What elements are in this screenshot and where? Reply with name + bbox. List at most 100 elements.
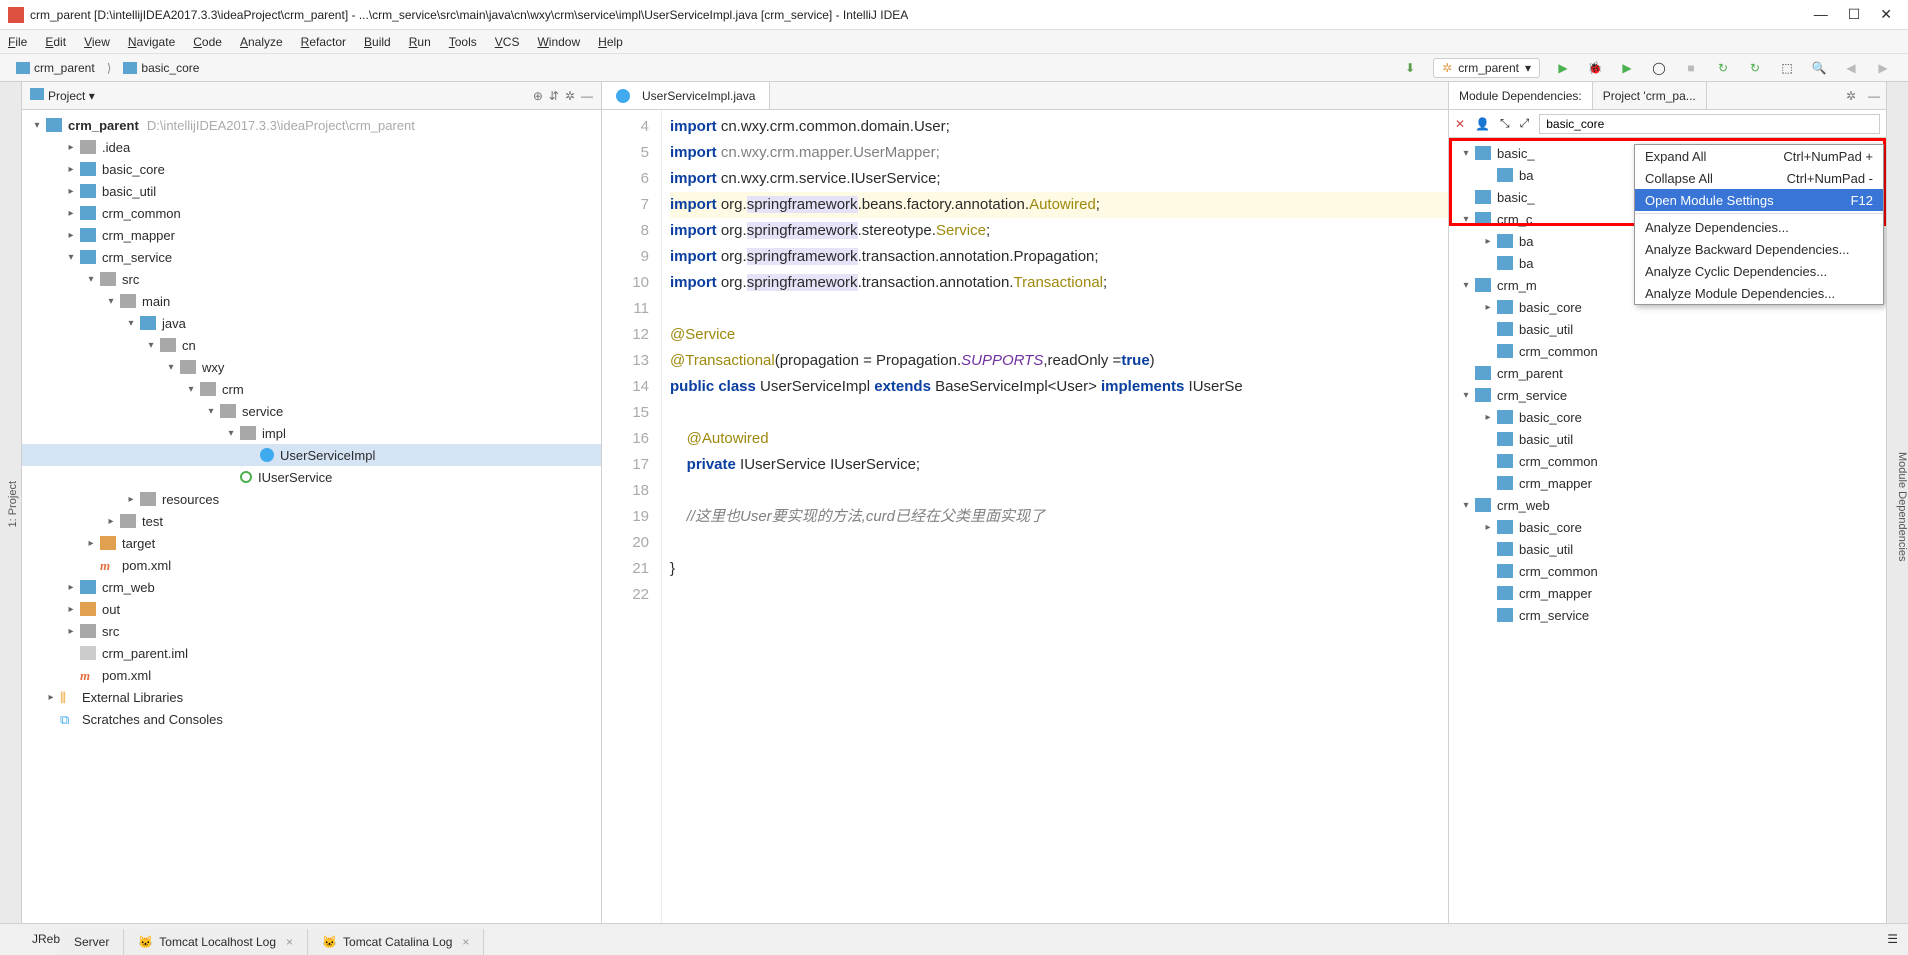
gear-icon[interactable]: ✲ (1840, 89, 1862, 103)
context-menu-item[interactable]: Analyze Cyclic Dependencies... (1635, 260, 1883, 282)
menu-code[interactable]: Code (193, 35, 222, 49)
dep-node[interactable]: crm_common (1449, 340, 1886, 362)
tree-node[interactable]: ▾src (22, 268, 601, 290)
module-dependencies-tab[interactable]: Module Dependencies: (1449, 82, 1593, 109)
context-menu-item[interactable]: Expand AllCtrl+NumPad + (1635, 145, 1883, 167)
tree-node[interactable]: ▸basic_util (22, 180, 601, 202)
settings-icon[interactable]: ⬚ (1778, 59, 1796, 77)
gear-icon[interactable]: ✲ (565, 89, 575, 103)
tree-node[interactable]: ▸basic_core (22, 158, 601, 180)
context-menu-item[interactable]: Open Module SettingsF12 (1635, 189, 1883, 211)
search-icon[interactable]: 🔍 (1810, 59, 1828, 77)
tree-node[interactable]: ▸target (22, 532, 601, 554)
tree-root[interactable]: ▾crm_parentD:\intellijIDEA2017.3.3\ideaP… (22, 114, 601, 136)
hide-icon[interactable]: — (1862, 89, 1886, 103)
profile-icon[interactable]: ◯ (1650, 59, 1668, 77)
dep-node[interactable]: crm_service (1449, 604, 1886, 626)
dep-node[interactable]: crm_common (1449, 560, 1886, 582)
tree-node[interactable]: ▾service (22, 400, 601, 422)
dep-node[interactable]: basic_util (1449, 538, 1886, 560)
minimize-icon[interactable]: — (1814, 6, 1828, 23)
maximize-icon[interactable]: ☐ (1848, 6, 1861, 23)
tomcat-localhost-log-tab[interactable]: 🐱Tomcat Localhost Log× (124, 929, 308, 955)
jrebel-run-icon[interactable]: ↻ (1714, 59, 1732, 77)
menu-analyze[interactable]: Analyze (240, 35, 283, 49)
expand-icon[interactable]: ⤡ (1500, 116, 1510, 131)
debug-icon[interactable]: 🐞 (1586, 59, 1604, 77)
context-menu-item[interactable]: Analyze Backward Dependencies... (1635, 238, 1883, 260)
menu-vcs[interactable]: VCS (495, 35, 520, 49)
project-tab[interactable]: Project 'crm_pa... (1593, 82, 1707, 109)
tree-node[interactable]: ▾crm_service (22, 246, 601, 268)
code-editor[interactable]: 4567891011121314©151617↻1819202122 impor… (602, 110, 1448, 923)
coverage-icon[interactable]: ▶ (1618, 59, 1636, 77)
tree-node[interactable]: mpom.xml (22, 554, 601, 576)
dep-node[interactable]: basic_util (1449, 318, 1886, 340)
left-tab-project[interactable]: 1: Project (5, 475, 21, 533)
run-icon[interactable]: ▶ (1554, 59, 1572, 77)
tree-node[interactable]: ▾main (22, 290, 601, 312)
dependency-tree[interactable]: Expand AllCtrl+NumPad +Collapse AllCtrl+… (1449, 138, 1886, 923)
stop-icon[interactable]: ■ (1682, 59, 1700, 77)
tree-node[interactable]: UserServiceImpl (22, 444, 601, 466)
close-icon[interactable]: ✕ (1880, 6, 1892, 23)
dep-node[interactable]: crm_parent (1449, 362, 1886, 384)
collapse-icon[interactable]: ⤢ (1520, 116, 1530, 131)
build-icon[interactable]: ⬇ (1401, 59, 1419, 77)
context-menu-item[interactable]: Analyze Module Dependencies... (1635, 282, 1883, 304)
forward-icon[interactable]: ▶ (1874, 59, 1892, 77)
menu-tools[interactable]: Tools (449, 35, 477, 49)
tree-node[interactable]: ▸crm_mapper (22, 224, 601, 246)
server-tab[interactable]: Server (60, 929, 124, 955)
menu-run[interactable]: Run (409, 35, 431, 49)
tree-node[interactable]: ▸.idea (22, 136, 601, 158)
project-tree[interactable]: ▾crm_parentD:\intellijIDEA2017.3.3\ideaP… (22, 110, 601, 923)
tree-node[interactable]: crm_parent.iml (22, 642, 601, 664)
menu-edit[interactable]: Edit (45, 35, 66, 49)
run-config-selector[interactable]: ✲ crm_parent ▾ (1433, 58, 1540, 78)
jrebel-debug-icon[interactable]: ↻ (1746, 59, 1764, 77)
breadcrumb-item[interactable]: basic_core (115, 59, 207, 77)
menu-help[interactable]: Help (598, 35, 623, 49)
tree-node[interactable]: ▸crm_common (22, 202, 601, 224)
event-log-icon[interactable]: ☰ (1877, 932, 1908, 946)
tree-node[interactable]: ▸⫼External Libraries (22, 686, 601, 708)
tree-node[interactable]: ▾crm (22, 378, 601, 400)
dep-node[interactable]: crm_mapper (1449, 582, 1886, 604)
filter-icon[interactable]: 👤 (1475, 117, 1490, 131)
context-menu-item[interactable]: Collapse AllCtrl+NumPad - (1635, 167, 1883, 189)
tree-node[interactable]: ▸resources (22, 488, 601, 510)
collapse-all-icon[interactable]: ⇵ (549, 89, 559, 103)
locate-icon[interactable]: ⊕ (533, 89, 543, 103)
dep-node[interactable]: ▾crm_web (1449, 494, 1886, 516)
right-tab-moduledependencies[interactable]: Module Dependencies (1896, 452, 1908, 561)
menu-file[interactable]: File (8, 35, 27, 49)
editor-tab[interactable]: UserServiceImpl.java (602, 82, 770, 109)
tree-node[interactable]: ▸crm_web (22, 576, 601, 598)
menu-navigate[interactable]: Navigate (128, 35, 175, 49)
dep-node[interactable]: basic_util (1449, 428, 1886, 450)
menu-view[interactable]: View (84, 35, 110, 49)
dep-node[interactable]: crm_mapper (1449, 472, 1886, 494)
tree-node[interactable]: ▸test (22, 510, 601, 532)
menu-refactor[interactable]: Refactor (301, 35, 346, 49)
dep-node[interactable]: ▸basic_core (1449, 516, 1886, 538)
tree-node[interactable]: ▸src (22, 620, 601, 642)
tree-node[interactable]: IUserService (22, 466, 601, 488)
dep-node[interactable]: ▾crm_service (1449, 384, 1886, 406)
menu-window[interactable]: Window (537, 35, 580, 49)
back-icon[interactable]: ◀ (1842, 59, 1860, 77)
project-view-selector[interactable]: Project ▾ (30, 88, 95, 103)
tomcat-catalina-log-tab[interactable]: 🐱Tomcat Catalina Log× (308, 929, 484, 955)
hide-icon[interactable]: — (581, 89, 593, 103)
menu-build[interactable]: Build (364, 35, 391, 49)
breadcrumb-item[interactable]: crm_parent (8, 59, 103, 77)
tree-node[interactable]: ▾impl (22, 422, 601, 444)
dep-node[interactable]: crm_common (1449, 450, 1886, 472)
tree-node[interactable]: ⧉Scratches and Consoles (22, 708, 601, 730)
tree-node[interactable]: ▾wxy (22, 356, 601, 378)
close-icon[interactable]: ✕ (1455, 117, 1465, 131)
tree-node[interactable]: ▸out (22, 598, 601, 620)
tree-node[interactable]: ▾java (22, 312, 601, 334)
dependency-search-input[interactable] (1539, 114, 1880, 134)
